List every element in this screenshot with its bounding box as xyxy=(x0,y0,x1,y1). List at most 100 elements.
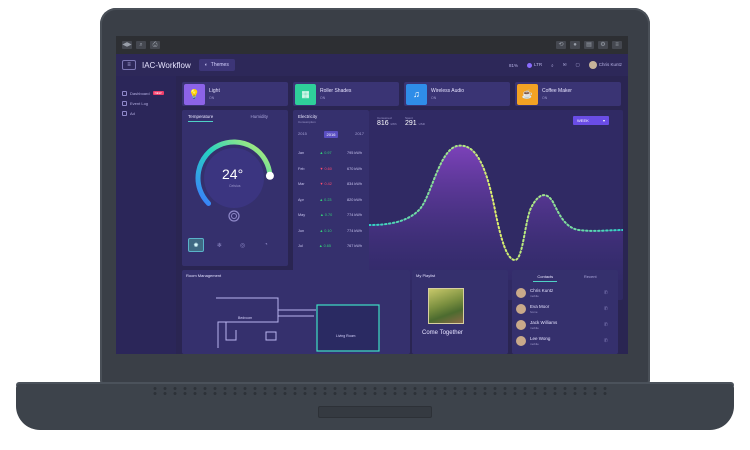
year-selector: 2015 2016 2017 xyxy=(298,131,364,138)
month-row: Feb ▼ 0.60 670 kWh xyxy=(298,167,362,171)
device-card-light[interactable]: 💡 Light ON xyxy=(182,82,288,106)
trend-up-value: ▲ 0.65 xyxy=(318,244,332,248)
sidebar-item-label: Event Log xyxy=(130,100,149,106)
settings-button[interactable]: ⚙ xyxy=(598,41,608,49)
search-icon[interactable]: ⌕ xyxy=(551,63,554,68)
refresh-button[interactable]: ⟲ xyxy=(556,41,566,49)
mode-sun-icon[interactable]: ✺ xyxy=(188,238,204,252)
mode-auto-icon[interactable]: ◔ xyxy=(258,238,274,252)
kwh-unit: kWh xyxy=(354,197,362,202)
kwh-value: 774 xyxy=(346,228,354,233)
phone-icon[interactable]: ✆ xyxy=(604,306,608,312)
room-label-living-room[interactable]: Living Room xyxy=(336,334,355,338)
song-title: Come Together xyxy=(422,330,463,336)
tabs-button[interactable]: ▤ xyxy=(584,41,594,49)
device-card-roller-shades[interactable]: ▦ Roller Shades ON xyxy=(293,82,399,106)
month-name: Jun xyxy=(298,228,305,233)
tab-temperature[interactable]: Temperature xyxy=(188,114,214,122)
sidebar-item-dashboard[interactable]: Dashboard NEW xyxy=(116,88,176,98)
hamburger-menu-icon[interactable]: ≡ xyxy=(122,60,136,70)
device-label: Coffee Maker xyxy=(542,88,572,94)
contact-item[interactable]: Jack Williams mobile ✆ xyxy=(516,320,608,330)
trend-up-value: ▲ 0.70 xyxy=(319,213,333,217)
living-room-area[interactable] xyxy=(316,304,380,352)
year-2016[interactable]: 2016 xyxy=(323,131,339,138)
notifications-icon[interactable]: ▢ xyxy=(575,62,579,68)
month-row: Jan ▲ 0.97 795 kWh xyxy=(298,151,362,155)
month-row: Jun ▲ 0.10 774 kWh xyxy=(298,229,362,233)
device-card-wireless-audio[interactable]: ♫ Wireless Audio ON xyxy=(404,82,510,106)
month-row: May ▲ 0.70 774 kWh xyxy=(298,213,362,217)
menu-button[interactable]: ≡ xyxy=(612,41,622,49)
tab-recent[interactable]: Recent xyxy=(584,274,597,282)
avatar xyxy=(516,288,526,298)
sidebar-item-event-log[interactable]: Event Log xyxy=(116,98,176,108)
phone-icon[interactable]: ✆ xyxy=(604,338,608,344)
kwh-unit: kWh xyxy=(354,166,362,171)
kwh-value: 670 xyxy=(346,166,354,171)
tab-contacts[interactable]: Contacts xyxy=(533,274,558,282)
power-icon[interactable] xyxy=(228,210,240,222)
search-button[interactable]: ⌕ xyxy=(136,41,146,49)
month-value: 774 kWh xyxy=(347,213,362,217)
month-name: May xyxy=(298,213,306,217)
playlist-panel: My Playlist Come Together xyxy=(412,270,508,354)
device-card-coffee-maker[interactable]: ☕ Coffee Maker ON xyxy=(515,82,621,106)
themes-tab[interactable]: ◐ Themes xyxy=(198,59,235,71)
device-label: Wireless Audio xyxy=(431,88,465,94)
sidebar-item-ad[interactable]: Ad xyxy=(116,108,176,118)
month-name: Jul xyxy=(298,244,303,248)
kwh-unit: kWh xyxy=(354,151,362,155)
playlist-title: My Playlist xyxy=(416,273,436,278)
year-2015[interactable]: 2015 xyxy=(298,131,307,138)
kwh-unit: kWh xyxy=(354,228,362,233)
room-label-bedroom[interactable]: Bedroom xyxy=(238,316,252,320)
kwh-value: 834 xyxy=(346,182,354,186)
kwh-unit: kWh xyxy=(354,213,362,217)
kwh-unit: kWh xyxy=(354,182,362,186)
month-value: 795 kWh xyxy=(347,151,362,155)
shades-icon: ▦ xyxy=(295,83,316,105)
laptop-trackpad xyxy=(318,406,432,418)
ad-icon xyxy=(122,110,127,116)
light-bulb-icon: 💡 xyxy=(184,83,205,105)
contact-status: mobile xyxy=(530,326,539,330)
dial-knob[interactable] xyxy=(265,171,274,180)
avatar xyxy=(516,336,526,346)
contacts-tabs: Contacts Recent xyxy=(520,274,610,282)
zoom-level[interactable]: 81% xyxy=(509,63,518,68)
phone-icon[interactable]: ✆ xyxy=(604,322,608,328)
contact-item[interactable]: Chris Kuntz mobile ✆ xyxy=(516,288,608,298)
kwh-value: 795 xyxy=(346,151,354,155)
profile-button[interactable]: ● xyxy=(570,41,580,49)
device-status: ON xyxy=(431,96,437,100)
contact-item[interactable]: Lee Wong mobile ✆ xyxy=(516,336,608,346)
phone-icon[interactable]: ✆ xyxy=(604,290,608,296)
month-row: Jul ▲ 0.65 767 kWh xyxy=(298,244,362,248)
contact-item[interactable]: Eva Moor home ✆ xyxy=(516,304,608,314)
mail-icon[interactable]: ✉ xyxy=(563,62,567,68)
device-label: Light xyxy=(209,88,220,94)
bookmark-button[interactable]: ⎙ xyxy=(150,41,160,49)
avatar xyxy=(588,61,597,69)
sidebar: Dashboard NEW Event Log Ad xyxy=(116,76,176,354)
nav-arrows-button[interactable]: ◀▶ xyxy=(122,41,132,49)
trend-down-value: ▼ 0.42 xyxy=(319,182,332,186)
month-name: Jan xyxy=(298,151,305,155)
header-right: 81% LTR ⌕ ✉ ▢ Chris Kuntz xyxy=(509,61,622,69)
avatar xyxy=(516,320,526,330)
avatar xyxy=(516,304,526,314)
tab-humidity[interactable]: Humidity xyxy=(250,114,268,122)
mode-snow-icon[interactable]: ❄ xyxy=(211,238,227,252)
month-value: 670 kWh xyxy=(347,167,362,171)
user-name: Chris Kuntz xyxy=(598,62,622,68)
year-2017[interactable]: 2017 xyxy=(355,131,364,138)
temperature-tabs: Temperature Humidity xyxy=(188,114,268,122)
direction-toggle[interactable]: LTR xyxy=(526,62,542,68)
user-menu[interactable]: Chris Kuntz xyxy=(588,61,622,69)
mode-fan-icon[interactable]: ◎ xyxy=(235,238,251,252)
kwh-value: 820 xyxy=(346,197,354,202)
floor-plan[interactable] xyxy=(182,270,410,354)
contact-status: mobile xyxy=(530,342,539,346)
device-status: ON xyxy=(209,96,215,100)
